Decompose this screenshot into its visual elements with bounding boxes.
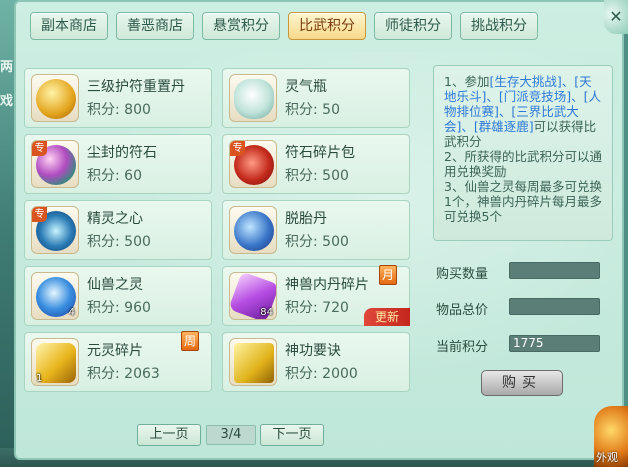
vase-icon: [234, 79, 274, 119]
exclusive-badge: 专: [32, 141, 47, 156]
quantity-field[interactable]: [509, 262, 600, 279]
item-icon-slot: 4: [31, 272, 79, 320]
info-line-2: 2、所获得的比武积分可以通用兑换奖励: [444, 149, 602, 179]
shop-item[interactable]: 神功要诀 积分: 2000: [222, 332, 410, 392]
item-name: 神兽内丹碎片: [285, 277, 369, 293]
shop-item[interactable]: 专 精灵之心 积分: 500: [24, 200, 212, 260]
item-icon-slot: 1: [31, 338, 79, 386]
weekly-tag: 周: [181, 331, 199, 351]
item-quantity: 1: [36, 373, 43, 384]
item-icon-slot: 专: [31, 206, 79, 254]
item-price: 积分: 500: [285, 234, 349, 250]
shop-item[interactable]: 84 神兽内丹碎片 积分: 720 月 更新: [222, 265, 410, 326]
item-icon-slot: [229, 74, 277, 122]
item-name: 精灵之心: [87, 211, 143, 227]
item-name: 仙兽之灵: [87, 277, 143, 293]
tab-pvp-points[interactable]: 比武积分: [288, 12, 366, 40]
current-points-row: 当前积分 1775: [436, 335, 606, 355]
close-icon: ✕: [609, 7, 623, 26]
item-icon-slot: 专: [31, 140, 79, 188]
background-glyph: 两: [0, 60, 14, 75]
item-name: 神功要诀: [285, 343, 341, 359]
page-indicator: 3/4: [206, 425, 256, 445]
rules-info-box: 1、参加[生存大挑战]、[天地乐斗]、[门派竞技场]、[人物排位赛]、[三界比武…: [433, 65, 613, 241]
blue-pill-icon: [234, 211, 274, 251]
item-quantity: 4: [68, 307, 75, 318]
item-price: 积分: 720: [285, 300, 349, 316]
appearance-shortcut[interactable]: 外观: [594, 406, 628, 467]
tab-bounty-points[interactable]: 悬赏积分: [202, 12, 280, 40]
buy-button[interactable]: 购买: [481, 370, 563, 396]
item-icon-slot: [229, 338, 277, 386]
item-price: 积分: 500: [285, 168, 349, 184]
total-price-label: 物品总价: [436, 303, 489, 318]
item-price: 积分: 2000: [285, 366, 358, 382]
shop-item[interactable]: 灵气瓶 积分: 50: [222, 68, 410, 128]
tab-dungeon-shop[interactable]: 副本商店: [30, 12, 108, 40]
update-ribbon: 更新: [364, 308, 410, 326]
item-icon-slot: [31, 74, 79, 122]
shop-item[interactable]: 三级护符重置丹 积分: 800: [24, 68, 212, 128]
item-price: 积分: 50: [285, 102, 340, 118]
item-name: 脱胎丹: [285, 211, 327, 227]
shop-item[interactable]: 专 符石碎片包 积分: 500: [222, 134, 410, 194]
item-price: 积分: 800: [87, 102, 151, 118]
tab-karma-shop[interactable]: 善恶商店: [116, 12, 194, 40]
close-button[interactable]: ✕: [604, 0, 628, 34]
total-price-row: 物品总价: [436, 298, 606, 318]
tab-challenge-points[interactable]: 挑战积分: [460, 12, 538, 40]
quantity-row: 购买数量: [436, 262, 606, 282]
total-price-field: [509, 298, 600, 315]
item-icon-slot: 84: [229, 272, 277, 320]
item-name: 三级护符重置丹: [87, 79, 185, 95]
shop-item[interactable]: 1 元灵碎片 积分: 2063 周: [24, 331, 212, 392]
shop-item[interactable]: 脱胎丹 积分: 500: [222, 200, 410, 260]
shop-item[interactable]: 4 仙兽之灵 积分: 960: [24, 266, 212, 326]
appearance-label: 外观: [596, 451, 618, 464]
item-name: 灵气瓶: [285, 79, 327, 95]
item-icon-slot: 专: [229, 140, 277, 188]
shop-tabs: 副本商店 善恶商店 悬赏积分 比武积分 师徒积分 挑战积分: [30, 12, 538, 40]
exclusive-badge: 专: [32, 207, 47, 222]
gold-talisman-icon: [36, 79, 76, 119]
item-price: 积分: 60: [87, 168, 142, 184]
prev-page-button[interactable]: 上一页: [137, 424, 201, 446]
current-points-label: 当前积分: [436, 340, 489, 355]
item-icon-slot: [229, 206, 277, 254]
item-price: 积分: 500: [87, 234, 151, 250]
item-quantity: 84: [260, 307, 273, 318]
golden-book-icon: [234, 343, 274, 383]
monthly-tag: 月: [379, 265, 397, 285]
exclusive-badge: 专: [230, 141, 245, 156]
tab-mentor-points[interactable]: 师徒积分: [374, 12, 452, 40]
item-price: 积分: 960: [87, 300, 151, 316]
background-glyph: 戏: [0, 94, 14, 109]
item-name: 元灵碎片: [87, 343, 143, 359]
item-name: 符石碎片包: [285, 145, 355, 161]
item-price: 积分: 2063: [87, 366, 160, 382]
next-page-button[interactable]: 下一页: [260, 424, 324, 446]
item-name: 尘封的符石: [87, 145, 157, 161]
info-line-3: 3、仙兽之灵每周最多可兑换1个，神兽内丹碎片每月最多可兑换5个: [444, 179, 602, 224]
current-points-field: 1775: [509, 335, 600, 352]
quantity-label: 购买数量: [436, 267, 489, 282]
shop-item[interactable]: 专 尘封的符石 积分: 60: [24, 134, 212, 194]
info-line-1-prefix: 1、参加: [444, 74, 490, 89]
